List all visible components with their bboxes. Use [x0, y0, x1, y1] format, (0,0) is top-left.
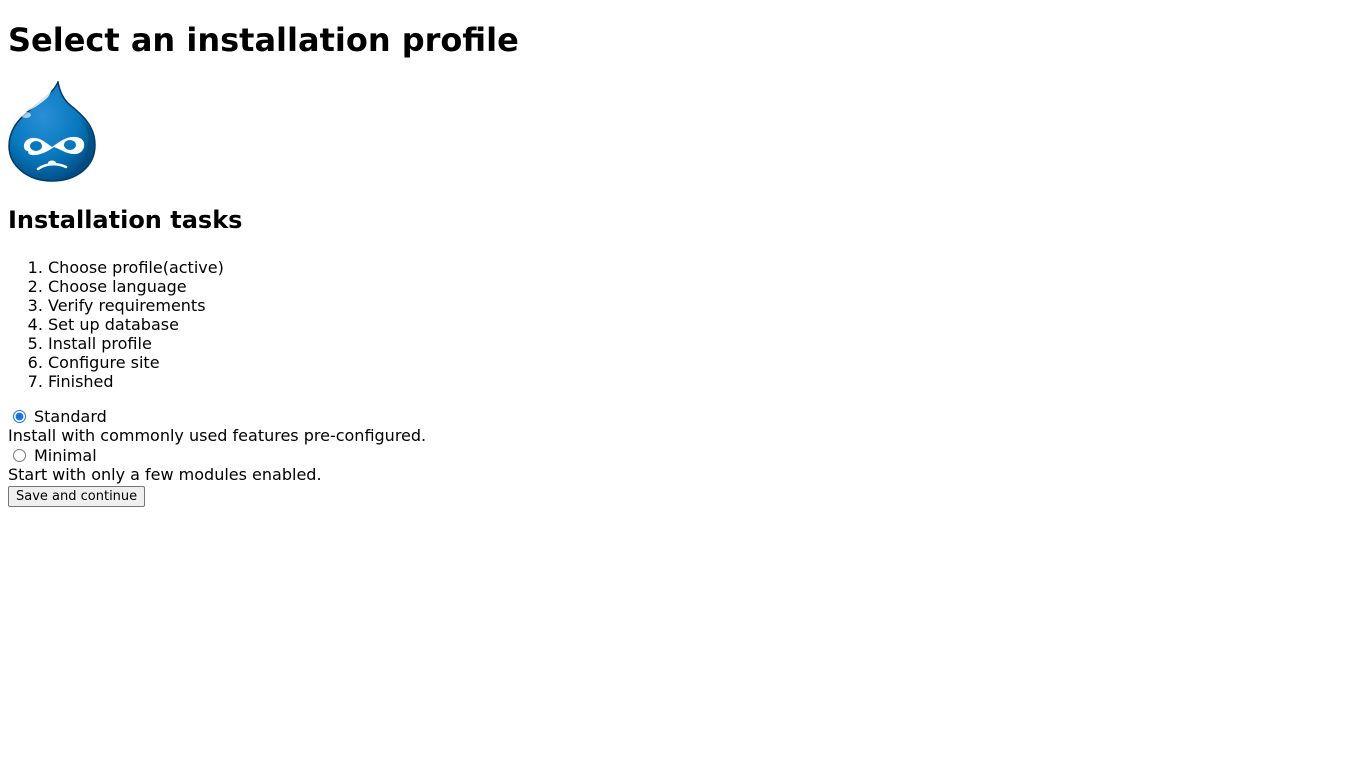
profile-option-standard: Standard: [8, 407, 1358, 426]
drupal-logo-icon: [8, 81, 96, 182]
standard-description: Install with commonly used features pre-…: [8, 426, 427, 445]
tasks-heading: Installation tasks: [8, 206, 243, 234]
minimal-description: Start with only a few modules enabled.: [8, 465, 322, 484]
profile-option-minimal: Minimal: [8, 446, 1358, 465]
task-item-choose-language: Choose language: [48, 277, 1358, 296]
profile-form: Standard Install with commonly used feat…: [8, 407, 1358, 507]
task-item-choose-profile: Choose profile(active): [48, 258, 1358, 277]
page: Select an installation profile Installat…: [0, 0, 1366, 507]
task-item-set-up-database: Set up database: [48, 315, 1358, 334]
task-item-finished: Finished: [48, 372, 1358, 391]
task-item-install-profile: Install profile: [48, 334, 1358, 353]
page-title: Select an installation profile: [8, 21, 519, 59]
minimal-radio[interactable]: [13, 449, 26, 462]
standard-label[interactable]: Standard: [34, 407, 107, 426]
installation-tasks-list: Choose profile(active) Choose language V…: [8, 258, 1358, 391]
save-and-continue-button[interactable]: Save and continue: [8, 486, 146, 507]
task-item-verify-requirements: Verify requirements: [48, 296, 1358, 315]
minimal-label[interactable]: Minimal: [34, 446, 97, 465]
task-item-configure-site: Configure site: [48, 353, 1358, 372]
standard-radio[interactable]: [13, 410, 26, 423]
